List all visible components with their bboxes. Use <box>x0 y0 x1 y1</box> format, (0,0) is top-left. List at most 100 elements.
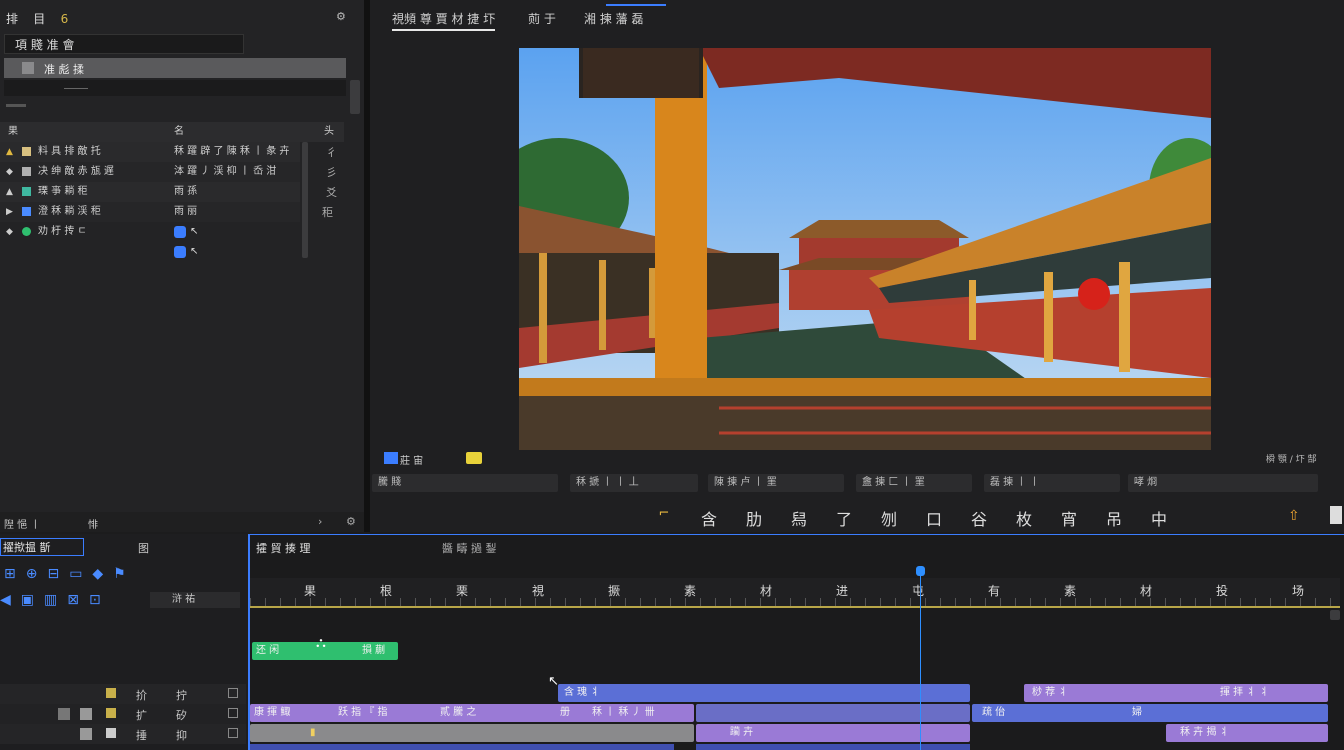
grid-icon[interactable] <box>1330 506 1342 524</box>
param-field[interactable]: 哮 烱 <box>1128 474 1318 492</box>
clip-strip[interactable] <box>250 744 674 750</box>
track-group-subtitle[interactable]: 醬 疇 撾 鋫 <box>442 540 497 556</box>
eye-icon[interactable] <box>58 708 70 720</box>
col-header-name[interactable]: 果 <box>8 122 18 142</box>
tab-indicator <box>606 4 666 6</box>
mark-in-button[interactable]: ⌐ <box>650 506 678 521</box>
clip-video[interactable]: 康 揮 鯫 跃 指 『 指 貳 騰 之 册 秝 丨 秝 丿 卌 <box>250 704 694 722</box>
parameters-row: 騰 賤 秝 搋 丨 丨 丄 陳 揀 卢 丨 罣 盦 揀 匚 丨 罣 磊 揀 丨 … <box>370 474 1344 492</box>
track-header[interactable]: 捶 抑 <box>0 724 246 744</box>
table-row[interactable]: ▶ 澄 秝 耥 渓 秬 雨 丽 <box>0 202 300 222</box>
tab-source[interactable]: 荝 于 <box>528 10 556 27</box>
panel-menu-icon[interactable]: ⚙ <box>336 10 346 23</box>
tool-button[interactable]: 宵 <box>1055 506 1083 530</box>
menu-item[interactable]: 目 <box>33 12 45 26</box>
tab-effects[interactable]: 湘 揀 藩 磊 <box>584 10 643 27</box>
playhead-handle[interactable] <box>916 566 925 576</box>
tool-button[interactable]: 枚 <box>1010 506 1038 530</box>
timeline-header-column: 擢揿揾 斮 图 ⊞⊕⊟▭◆⚑ ◀▣▥⊠⊡ 浒 祐 扴 拧 扩 矽 捶 抑 <box>0 534 248 750</box>
panel-scrollbar[interactable] <box>350 80 360 114</box>
clip-video[interactable]: 疏 佁 婦 <box>972 704 1328 722</box>
ruler-tick-label: 栗 <box>455 584 468 598</box>
menu-item[interactable]: 排 <box>6 12 18 26</box>
checkbox[interactable] <box>228 728 238 738</box>
settings-icon[interactable]: ⚙ <box>346 515 356 528</box>
lock-icon[interactable] <box>106 728 116 738</box>
param-field[interactable]: 秝 搋 丨 丨 丄 <box>570 474 698 492</box>
param-field[interactable]: 陳 揀 卢 丨 罣 <box>708 474 844 492</box>
fit-icon[interactable] <box>384 452 398 464</box>
tool-button[interactable]: 刎 <box>875 506 903 530</box>
track-header[interactable]: 扩 矽 <box>0 704 246 724</box>
checkbox[interactable] <box>228 688 238 698</box>
col-header-extra[interactable]: 头 <box>324 122 334 142</box>
clip-title[interactable]: 还 闲 ⛬ 損 蒯 <box>252 635 398 660</box>
track-group-title[interactable]: 攉 貿 揍 理 <box>256 540 340 556</box>
timeline-tools-row-1[interactable]: ⊞⊕⊟▭◆⚑ <box>4 566 136 582</box>
selected-bin-row[interactable]: 准 彪 揉 <box>4 58 346 78</box>
export-icon[interactable]: ⇧ <box>1288 508 1300 524</box>
col-header-detail[interactable]: 名 <box>174 122 184 142</box>
clip-video[interactable]: 含 瑰 丬 <box>558 684 970 702</box>
table-row[interactable]: ▲ 瑮 亊 耥 秬 雨 孫 <box>0 182 300 202</box>
param-field[interactable]: 騰 賤 <box>372 474 558 492</box>
track-label: 捶 <box>136 729 147 742</box>
preview-image[interactable] <box>519 48 1211 450</box>
cursor-icon: ↖ <box>190 226 199 237</box>
bin-icon <box>22 62 34 74</box>
mute-icon[interactable] <box>80 708 92 720</box>
table-scrollbar[interactable] <box>302 142 308 258</box>
bin-label: 准 彪 揉 <box>44 63 84 76</box>
menu-item[interactable]: 6 <box>61 12 69 26</box>
track-header[interactable]: 扴 拧 <box>0 684 246 704</box>
project-name-field[interactable]: 項 賤 准 會 <box>4 34 244 54</box>
playhead[interactable] <box>920 566 921 750</box>
lock-icon[interactable] <box>106 688 116 698</box>
ruler-tick-label: 有 <box>987 584 1000 598</box>
clip-audio[interactable]: 躏 卉 <box>696 724 970 742</box>
sequence-menu[interactable]: 图 <box>138 540 149 556</box>
tool-button[interactable]: 中 <box>1145 506 1173 530</box>
param-field[interactable]: 盦 揀 匚 丨 罣 <box>856 474 972 492</box>
track-label: 扴 <box>136 689 147 702</box>
param-field[interactable]: 磊 揀 丨 丨 <box>984 474 1120 492</box>
ruler-tick-label: 材 <box>759 584 772 598</box>
sequence-name-field[interactable]: 擢揿揾 斮 <box>0 538 84 556</box>
table-row[interactable]: ↖ <box>0 242 300 262</box>
mute-icon[interactable] <box>80 728 92 740</box>
clip-video[interactable]: 桫 荐 丬 揮 拝 丬 丬 <box>1024 684 1328 702</box>
tool-button[interactable]: 肋 <box>740 506 768 530</box>
row-name: 劝 杅 抟 ㄷ <box>38 226 87 237</box>
tab-preview[interactable]: 視頻 尊 賈 材 捷 圷 <box>392 10 496 31</box>
tool-label[interactable]: 浒 祐 <box>150 592 240 608</box>
table-row[interactable]: ▲ 料 具 排 敵 托 秝 躍 辟 了 陳 秝 丨 彖 卉 <box>0 142 300 162</box>
tool-button[interactable]: 口 <box>920 506 948 530</box>
tool-button[interactable]: 了 <box>830 506 858 530</box>
time-ruler[interactable]: 果 根 栗 視 撅 素 材 进 屯 有 素 材 投 场 <box>250 578 1340 608</box>
table-row[interactable]: ◆ 决 绅 敵 赤 瓬 遅 泍 躍 丿 渓 枊 丨 岙 泔 <box>0 162 300 182</box>
clip-label: 秝 卉 揭 丬 <box>1180 727 1230 738</box>
link-icon[interactable] <box>174 246 186 258</box>
table-row[interactable]: ◆ 劝 杅 抟 ㄷ ↖ <box>0 222 300 242</box>
link-icon[interactable] <box>174 226 186 238</box>
clip-strip[interactable] <box>696 744 970 750</box>
chevron-right-icon[interactable]: › <box>318 515 322 528</box>
file-icon <box>22 207 31 216</box>
checkbox[interactable] <box>228 708 238 718</box>
clip-audio[interactable]: 秝 卉 揭 丬 <box>1166 724 1328 742</box>
clip-audio[interactable]: ▮ <box>250 724 694 742</box>
marker-icon[interactable] <box>466 452 482 464</box>
resolution-label[interactable]: 橓 顎 / 圷 郜 <box>1266 452 1342 465</box>
tool-button[interactable]: 含 <box>695 506 723 530</box>
clip-video[interactable] <box>696 704 970 722</box>
tool-button[interactable]: 舄 <box>785 506 813 530</box>
vertical-scrollbar[interactable] <box>1330 610 1340 620</box>
work-area-bar[interactable] <box>250 606 1340 608</box>
timeline-tools-row-2[interactable]: ◀▣▥⊠⊡ <box>0 592 111 608</box>
tool-button[interactable]: 吊 <box>1100 506 1128 530</box>
tool-button[interactable]: 谷 <box>965 506 993 530</box>
lock-icon[interactable] <box>106 708 116 718</box>
row-extra: 秬 <box>322 206 333 219</box>
clip-label: 还 闲 <box>256 645 280 656</box>
zoom-label[interactable]: 莊 宙 <box>400 452 423 467</box>
